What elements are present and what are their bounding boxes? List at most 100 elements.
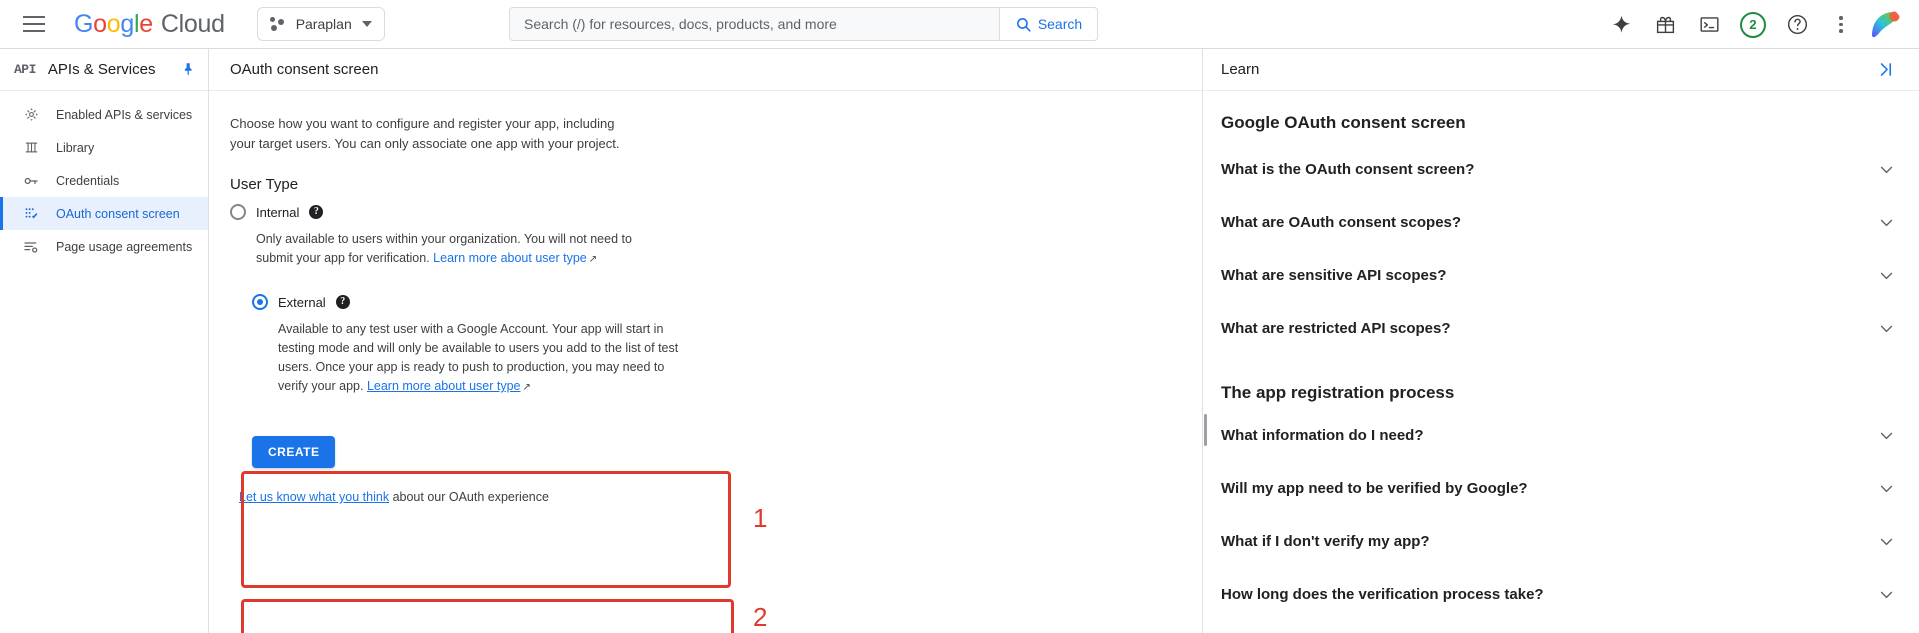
radio-external-label: External: [278, 294, 326, 310]
cloud-shell-icon[interactable]: [1689, 5, 1729, 45]
sidebar: API APIs & Services Enabled APIs & servi…: [0, 49, 209, 633]
help-icon[interactable]: [1777, 5, 1817, 45]
create-button[interactable]: CREATE: [252, 436, 336, 468]
sidebar-item-label: Enabled APIs & services: [56, 107, 193, 122]
logo-letter: e: [139, 9, 153, 38]
page-title: OAuth consent screen: [230, 61, 379, 78]
learn-item-how-long-verification[interactable]: How long does the verification process t…: [1221, 576, 1895, 615]
search-button[interactable]: Search: [1000, 7, 1098, 41]
sidebar-item-library[interactable]: Library: [0, 131, 208, 164]
learn-item-label: What are sensitive API scopes?: [1221, 267, 1447, 284]
main-body: Choose how you want to configure and reg…: [209, 91, 1202, 633]
user-type-option-external[interactable]: External ? Available to any test user wi…: [230, 269, 1181, 397]
sidebar-item-oauth-consent-screen[interactable]: OAuth consent screen: [0, 197, 208, 230]
chevron-down-icon: [1878, 267, 1895, 284]
project-name: Paraplan: [295, 16, 352, 32]
library-icon: [22, 140, 40, 155]
user-type-option-internal[interactable]: Internal ? Only available to users withi…: [230, 201, 1181, 269]
learn-item-label: What is the OAuth consent screen?: [1221, 161, 1475, 178]
learn-panel: Learn Google OAuth consent screen What i…: [1204, 49, 1919, 633]
external-description: Available to any test user with a Google…: [278, 320, 683, 397]
learn-item-label: How long does the verification process t…: [1221, 586, 1544, 603]
chevron-down-icon: [1878, 214, 1895, 231]
pin-icon[interactable]: [181, 62, 196, 77]
user-type-heading: User Type: [230, 176, 299, 193]
annotation-number-1: 1: [753, 503, 768, 533]
sidebar-item-credentials[interactable]: Credentials: [0, 164, 208, 197]
hamburger-menu-icon[interactable]: [10, 0, 58, 48]
sidebar-header: API APIs & Services: [0, 49, 208, 91]
learn-item-what-are-restricted-api-scopes[interactable]: What are restricted API scopes?: [1221, 310, 1895, 349]
sidebar-item-label: Credentials: [56, 173, 120, 188]
radio-internal-label: Internal: [256, 204, 300, 220]
learn-group-title-1: Google OAuth consent screen: [1221, 113, 1466, 132]
radio-internal[interactable]: [230, 204, 246, 220]
learn-item-what-is-oauth-consent-screen[interactable]: What is the OAuth consent screen?: [1221, 151, 1895, 190]
main-header: OAuth consent screen: [209, 49, 1202, 91]
chevron-down-icon: [1878, 161, 1895, 178]
learn-more-user-type-link-external[interactable]: Learn more about user type: [367, 379, 521, 393]
search-box[interactable]: [509, 7, 1000, 41]
external-link-icon: ↗︎: [522, 382, 531, 393]
sidebar-item-label: Library: [56, 140, 95, 155]
search-input[interactable]: [524, 16, 985, 32]
annotation-box-1: [241, 471, 731, 588]
agreements-icon: [22, 239, 40, 255]
top-bar: Go o g l e Cloud Paraplan Search (/) for…: [0, 0, 1919, 49]
logo-letter: G: [74, 9, 94, 38]
more-options-icon[interactable]: [1821, 5, 1861, 45]
chevron-down-icon: [361, 21, 372, 27]
learn-item-what-if-i-dont-verify[interactable]: What if I don't verify my app?: [1221, 523, 1895, 562]
learn-item-label: What are restricted API scopes?: [1221, 320, 1451, 337]
consent-icon: [22, 206, 40, 221]
help-icon-external[interactable]: ?: [335, 295, 350, 309]
sidebar-item-enabled-apis[interactable]: Enabled APIs & services: [0, 98, 208, 131]
annotation-number-2: 2: [753, 602, 768, 632]
sidebar-items: Enabled APIs & services Library Credenti…: [0, 91, 208, 263]
intro-text: Choose how you want to configure and reg…: [230, 116, 620, 151]
learn-item-label: What information do I need?: [1221, 427, 1424, 444]
notifications-badge: 2: [1740, 11, 1766, 38]
annotation-box-2: [241, 599, 734, 633]
sidebar-item-label: OAuth consent screen: [56, 206, 180, 221]
notifications-button[interactable]: 2: [1733, 5, 1773, 45]
learn-item-what-information-do-i-need[interactable]: What information do I need?: [1221, 417, 1895, 456]
radio-external[interactable]: [252, 294, 268, 310]
google-cloud-console: Go o g l e Cloud Paraplan Search (/) for…: [0, 0, 1919, 633]
help-icon-internal[interactable]: ?: [309, 205, 324, 219]
sidebar-title: APIs & Services: [47, 61, 156, 78]
project-selector[interactable]: Paraplan: [256, 7, 385, 41]
search-area: Search: [509, 7, 1098, 41]
learn-item-what-are-sensitive-api-scopes[interactable]: What are sensitive API scopes?: [1221, 257, 1895, 296]
chevron-down-icon: [1878, 320, 1895, 337]
learn-group-title-2: The app registration process: [1221, 383, 1455, 402]
search-icon: [1016, 17, 1031, 32]
logo-cloud-word: Cloud: [160, 9, 225, 38]
chevron-down-icon: [1878, 533, 1895, 550]
project-dots-icon: [269, 16, 286, 32]
collapse-panel-icon[interactable]: [1876, 60, 1895, 79]
google-cloud-logo[interactable]: Go o g l e Cloud: [74, 10, 225, 39]
scroll-indicator[interactable]: [1204, 414, 1207, 446]
chevron-down-icon: [1878, 427, 1895, 444]
avatar[interactable]: [1865, 5, 1905, 45]
api-product-icon: API: [14, 62, 36, 77]
top-bar-actions: 2: [1601, 0, 1905, 49]
learn-item-label: Will my app need to be verified by Googl…: [1221, 480, 1528, 497]
learn-item-will-my-app-need-verification[interactable]: Will my app need to be verified by Googl…: [1221, 470, 1895, 509]
chevron-down-icon: [1878, 586, 1895, 603]
learn-item-what-are-oauth-consent-scopes[interactable]: What are OAuth consent scopes?: [1221, 204, 1895, 243]
learn-more-user-type-link-internal[interactable]: Learn more about user type: [433, 251, 587, 265]
logo-letter: g: [120, 9, 134, 38]
chevron-down-icon: [1878, 480, 1895, 497]
key-icon: [22, 173, 40, 189]
dashboard-icon: [22, 107, 40, 122]
learn-panel-header: Learn: [1204, 49, 1919, 91]
learn-item-label: What are OAuth consent scopes?: [1221, 214, 1462, 231]
sidebar-item-page-usage-agreements[interactable]: Page usage agreements: [0, 230, 208, 263]
gift-icon[interactable]: [1645, 5, 1685, 45]
gemini-sparkle-icon[interactable]: [1601, 5, 1641, 45]
internal-description: Only available to users within your orga…: [256, 230, 658, 269]
learn-item-label: What if I don't verify my app?: [1221, 533, 1430, 550]
search-button-label: Search: [1037, 16, 1083, 32]
